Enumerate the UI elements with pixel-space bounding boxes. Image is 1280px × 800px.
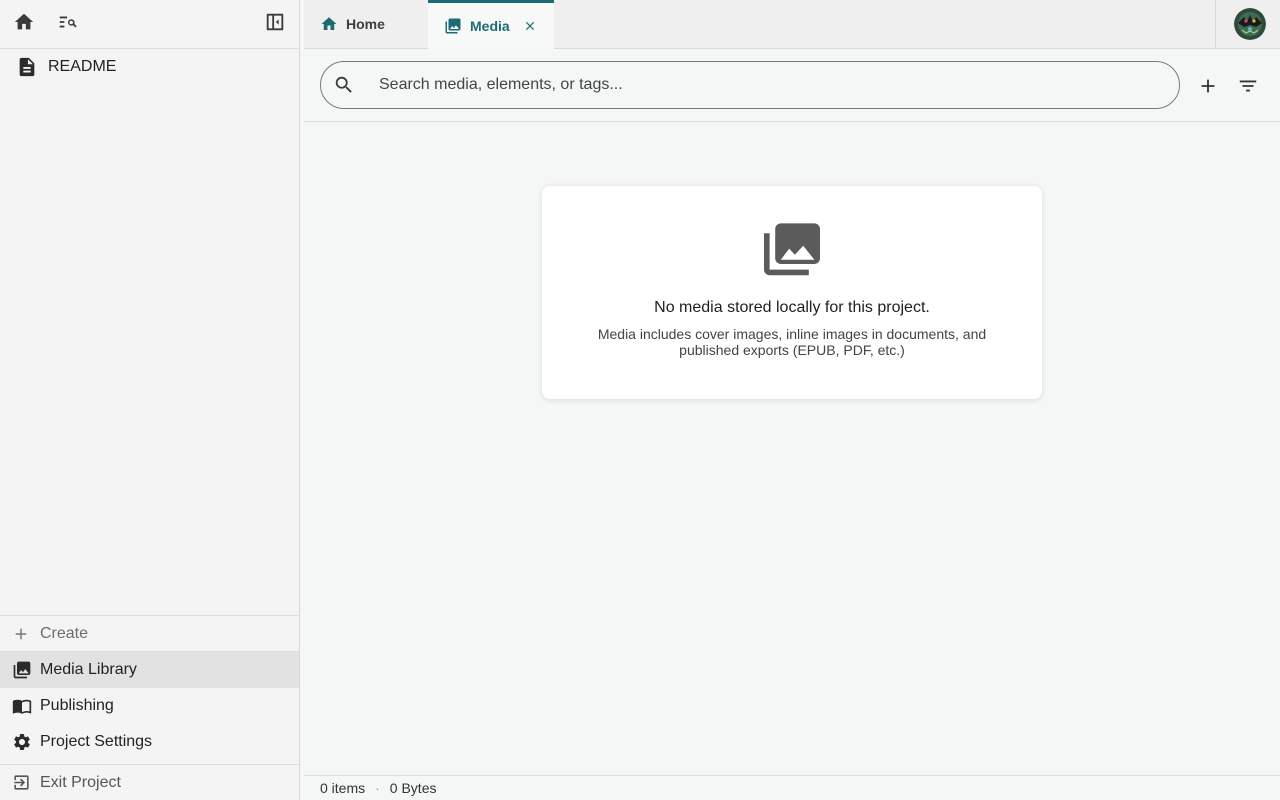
item-count: 0 items bbox=[320, 780, 366, 796]
tab-label: Home bbox=[346, 16, 385, 32]
filter-button[interactable] bbox=[1235, 73, 1261, 99]
close-tab-button[interactable] bbox=[522, 18, 538, 34]
search-box[interactable] bbox=[320, 61, 1180, 109]
nav-item-media-library[interactable]: Media Library bbox=[0, 652, 299, 688]
home-button[interactable] bbox=[8, 8, 40, 36]
exit-icon bbox=[14, 775, 29, 790]
search-tree-button[interactable] bbox=[52, 8, 84, 36]
empty-state-icon-wrap bbox=[758, 222, 826, 278]
book-icon bbox=[12, 699, 32, 714]
plus-icon bbox=[15, 628, 27, 639]
close-icon bbox=[525, 21, 534, 31]
collapse-sidebar-button[interactable] bbox=[259, 8, 291, 36]
tab-home[interactable]: Home bbox=[304, 0, 428, 48]
nav-item-publishing[interactable]: Publishing bbox=[0, 688, 299, 724]
add-media-button[interactable] bbox=[1195, 73, 1221, 99]
photo-library-icon bbox=[445, 18, 461, 34]
empty-state-description: Media includes cover images, inline imag… bbox=[597, 326, 987, 358]
media-toolbar bbox=[304, 49, 1280, 122]
avatar[interactable] bbox=[1234, 8, 1266, 40]
nav-item-project-settings[interactable]: Project Settings bbox=[0, 724, 299, 760]
photo-library-icon bbox=[764, 223, 820, 276]
tab-media[interactable]: Media bbox=[428, 0, 554, 49]
nav-item-label: Project Settings bbox=[40, 733, 153, 750]
collapse-sidebar-icon bbox=[266, 13, 284, 31]
sidebar: README Create Media Library Publishing P… bbox=[0, 0, 300, 800]
status-bar: 0 items · 0 Bytes bbox=[304, 775, 1280, 800]
search-tree-icon bbox=[59, 16, 77, 28]
create-label: Create bbox=[40, 624, 89, 642]
app-window: README Create Media Library Publishing P… bbox=[0, 0, 1280, 800]
nav-item-label: Publishing bbox=[40, 697, 114, 714]
document-icon bbox=[19, 57, 35, 77]
exit-project-button[interactable]: Exit Project bbox=[0, 764, 299, 800]
empty-state-title: No media stored locally for this project… bbox=[654, 299, 930, 316]
total-size: 0 Bytes bbox=[389, 780, 437, 796]
home-icon bbox=[321, 17, 337, 30]
status-separator: · bbox=[375, 780, 380, 796]
search-icon bbox=[335, 76, 352, 93]
tree-item-readme[interactable]: README bbox=[0, 49, 299, 85]
sidebar-header bbox=[0, 0, 299, 49]
main-area: Home Media Search media, elements, or ta… bbox=[304, 0, 1280, 800]
home-icon bbox=[14, 13, 34, 30]
tab-bar: Home Media bbox=[304, 0, 1280, 49]
gear-icon bbox=[14, 734, 30, 750]
search-input[interactable] bbox=[379, 76, 1139, 94]
tree-item-label: README bbox=[48, 58, 117, 75]
nav-item-label: Media Library bbox=[40, 661, 137, 678]
avatar-image bbox=[1234, 8, 1266, 40]
create-button[interactable]: Create bbox=[0, 615, 299, 652]
exit-project-label: Exit Project bbox=[40, 773, 121, 791]
filter-icon bbox=[1239, 80, 1257, 92]
tab-bar-divider bbox=[1215, 0, 1216, 48]
tab-label: Media bbox=[470, 18, 510, 34]
empty-state-card: No media stored locally for this project… bbox=[542, 186, 1042, 399]
photo-library-icon bbox=[13, 661, 31, 679]
plus-icon bbox=[1201, 79, 1215, 93]
